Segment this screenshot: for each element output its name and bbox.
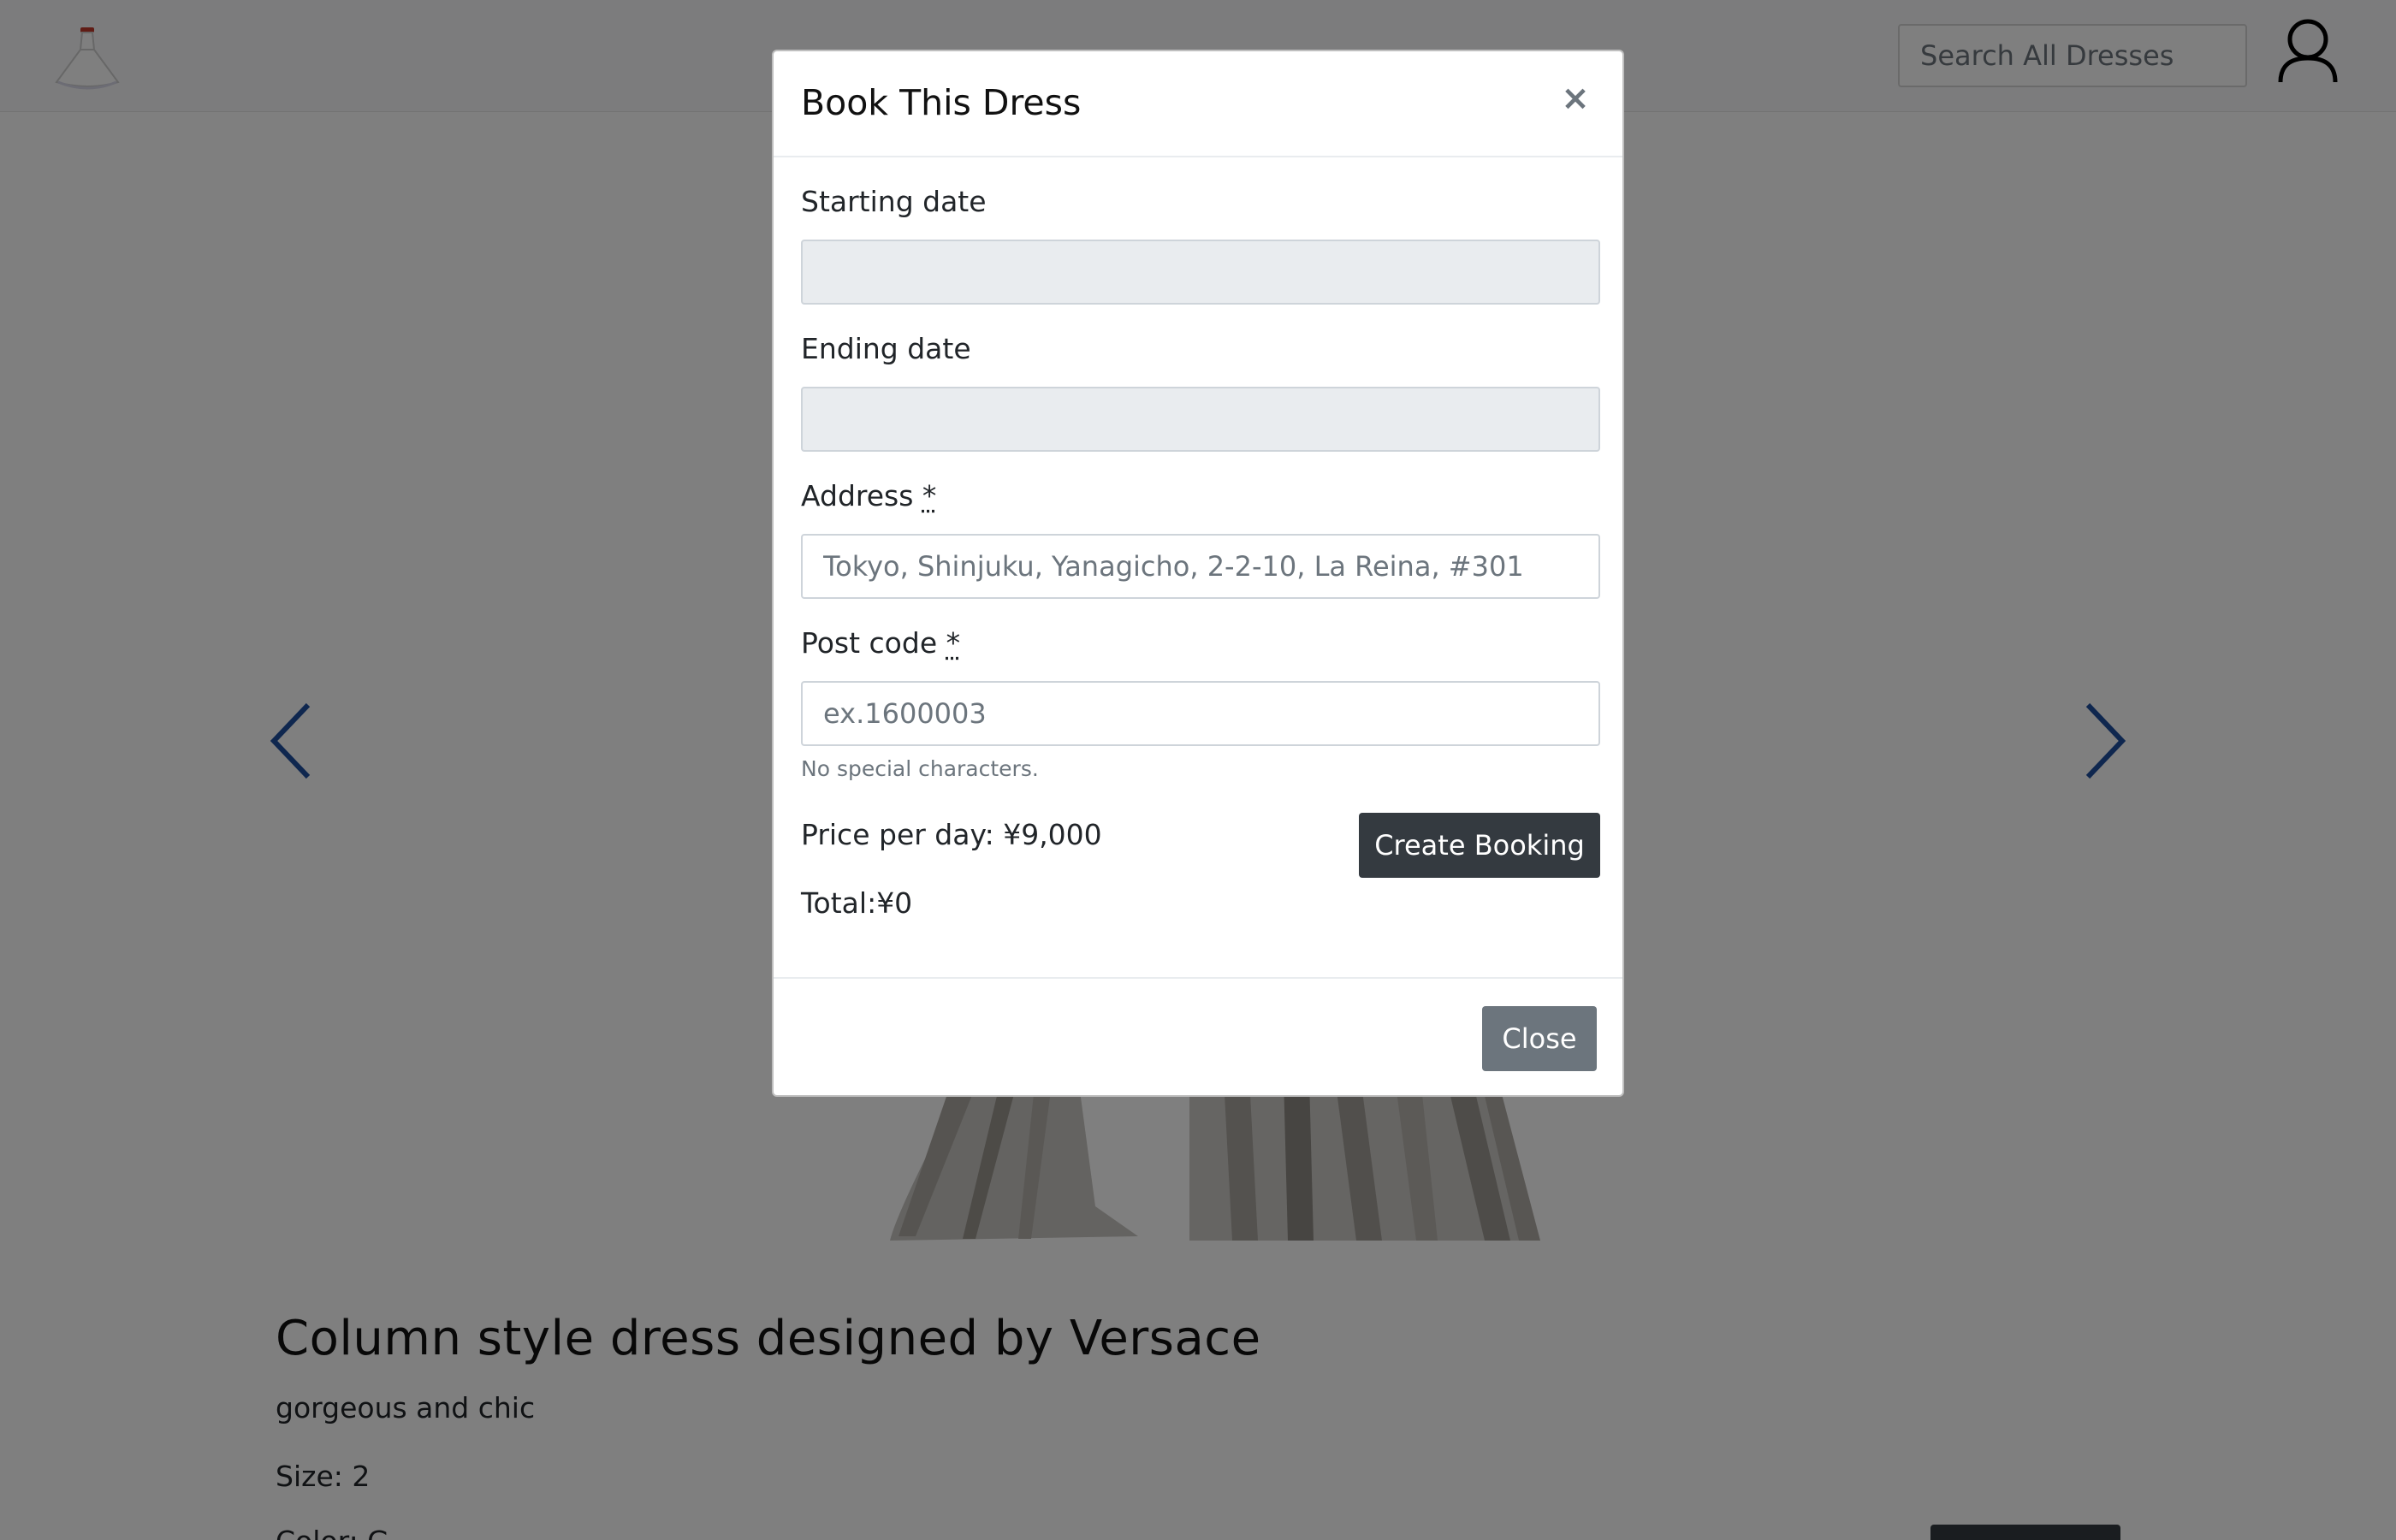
post-code-required-mark: * bbox=[946, 626, 961, 660]
create-booking-button[interactable]: Create Booking bbox=[1359, 813, 1600, 878]
post-code-label: Post code * bbox=[801, 626, 960, 660]
address-input[interactable] bbox=[801, 534, 1600, 599]
starting-date-input[interactable] bbox=[801, 240, 1600, 305]
modal-footer: Close bbox=[774, 977, 1622, 1097]
post-code-input[interactable] bbox=[801, 681, 1600, 746]
price-per-day: Price per day: ¥9,000 bbox=[801, 818, 1102, 851]
book-dress-modal: Book This Dress × Starting date Ending d… bbox=[772, 50, 1624, 1097]
modal-close-icon[interactable]: × bbox=[1554, 77, 1597, 120]
starting-date-label: Starting date bbox=[801, 185, 987, 218]
modal-title: Book This Dress bbox=[801, 82, 1081, 123]
address-label: Address * bbox=[801, 479, 936, 512]
booking-total: Total:¥0 bbox=[801, 886, 912, 920]
post-code-help-text: No special characters. bbox=[801, 756, 1039, 781]
address-required-mark: * bbox=[922, 479, 937, 512]
close-button[interactable]: Close bbox=[1482, 1006, 1597, 1071]
address-label-text: Address bbox=[801, 479, 913, 512]
ending-date-input[interactable] bbox=[801, 387, 1600, 452]
modal-header: Book This Dress × bbox=[774, 51, 1622, 157]
post-code-label-text: Post code bbox=[801, 626, 937, 660]
ending-date-label: Ending date bbox=[801, 332, 971, 365]
